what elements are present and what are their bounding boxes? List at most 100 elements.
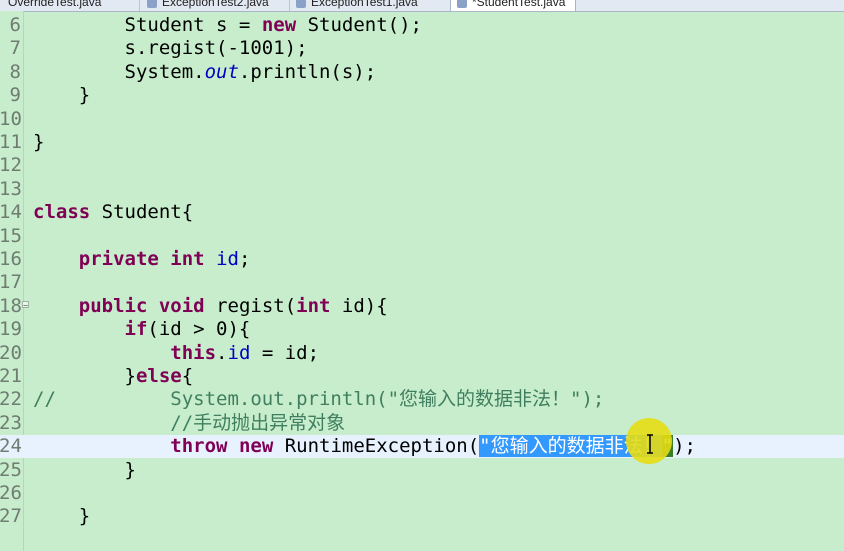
line-number: 18 (0, 294, 22, 317)
line-number: 19 (0, 318, 22, 341)
code-line[interactable]: 24 throw new RuntimeException("您输入的数据非法！… (0, 435, 844, 459)
code-text: } (33, 505, 90, 528)
line-number: 15 (0, 224, 22, 247)
code-token: } (33, 505, 91, 528)
line-number: 20 (0, 341, 22, 364)
code-token: out (204, 60, 239, 83)
code-text: public void regist(int id){ (33, 295, 388, 318)
code-line[interactable]: 27 } (0, 505, 844, 528)
line-number: 26 (0, 482, 22, 504)
code-text: private int id; (33, 248, 251, 271)
code-token: Student (33, 14, 217, 36)
code-token: { (181, 365, 194, 387)
code-token: } (33, 458, 136, 481)
tab-exceptiontest2[interactable]: ExceptionTest2.java (147, 0, 269, 11)
code-line[interactable]: 18 public void regist(int id){ (0, 295, 844, 318)
code-line[interactable]: 25 } (0, 459, 844, 482)
tab-overridetest[interactable]: OverrideTest.java (8, 0, 101, 11)
line-number: 8 (9, 60, 21, 83)
code-token: else (135, 365, 182, 387)
code-line[interactable]: 7 s.regist(-1001); (0, 37, 844, 60)
code-line[interactable]: 12 (0, 154, 844, 177)
line-number: 13 (0, 177, 22, 200)
code-token: = id; (250, 341, 320, 364)
code-text: this.id = id; (33, 342, 319, 365)
code-line[interactable]: 14 class Student{ (0, 201, 844, 224)
code-token: System. (33, 60, 205, 83)
code-text: System.out.println(s); (33, 60, 377, 84)
code-text: throw new RuntimeException("您输入的数据非法！"); (33, 435, 696, 458)
code-token: } (33, 131, 45, 153)
code-token: if (124, 318, 148, 341)
tab-label: ExceptionTest1.java (311, 0, 418, 9)
tab-label: OverrideTest.java (8, 0, 102, 9)
code-token: RuntimeException( (273, 435, 480, 458)
line-number: 10 (0, 107, 22, 130)
code-token: ); (673, 435, 696, 458)
code-text: class Student{ (33, 201, 193, 224)
code-token: public (78, 294, 148, 317)
code-token: regist( (204, 294, 297, 317)
line-number: 17 (0, 271, 22, 294)
code-line[interactable]: 13 (0, 178, 844, 201)
tab-exceptiontest1[interactable]: ExceptionTest1.java (296, 0, 418, 11)
code-token: void (158, 294, 205, 317)
code-line[interactable]: 16 private int id; (0, 248, 844, 271)
line-number: 14 (0, 201, 22, 224)
code-line[interactable]: 10 (0, 108, 844, 131)
line-number: 24 (0, 435, 22, 458)
code-text: } (33, 84, 90, 107)
code-token: //手动抛出异常对象 (170, 411, 346, 434)
code-text: Student s = new Student(); (33, 14, 422, 37)
code-token: this (170, 341, 217, 364)
code-token: = (227, 14, 262, 36)
code-token: int (170, 248, 205, 270)
code-token: id (227, 341, 251, 364)
line-number: 11 (0, 131, 22, 153)
code-line[interactable]: 19 if(id > 0){ (0, 318, 844, 341)
code-text: } (33, 131, 44, 154)
code-line[interactable]: 26 (0, 482, 844, 505)
line-number: 21 (0, 365, 22, 387)
line-number: 7 (9, 37, 21, 60)
code-token: } (33, 84, 91, 107)
code-token: int (296, 294, 331, 317)
line-number: 27 (0, 505, 22, 528)
code-token: new (261, 14, 297, 36)
tab-separator (139, 0, 140, 11)
tab-studenttest[interactable]: *StudentTest.java (450, 0, 577, 11)
code-line[interactable]: 9 } (0, 84, 844, 107)
code-token: id){ (330, 294, 388, 317)
code-line[interactable]: 15 (0, 225, 844, 248)
code-text: // System.out.println("您输入的数据非法！"); (33, 388, 604, 411)
code-line[interactable]: 17 (0, 271, 844, 294)
line-number: 16 (0, 248, 22, 270)
code-line[interactable]: 23 //手动抛出异常对象 (0, 412, 844, 435)
code-line[interactable]: 8 System.out.println(s); (0, 61, 844, 84)
code-text: }else{ (33, 365, 194, 388)
line-number: 6 (9, 14, 21, 36)
code-line[interactable]: 21 }else{ (0, 365, 844, 388)
code-token: Student(); (296, 14, 422, 36)
code-token: s (216, 14, 228, 36)
code-token: private (78, 248, 159, 270)
code-token: (id > 0){ (147, 318, 251, 341)
code-line[interactable]: 20 this.id = id; (0, 342, 844, 365)
code-text: } (33, 459, 136, 482)
code-line[interactable]: 11} (0, 131, 844, 154)
fold-toggle-icon[interactable]: − (22, 301, 29, 310)
code-line[interactable]: 6 Student s = new Student(); (0, 14, 844, 37)
code-token: // System.out.println("您输入的数据非法！"); (33, 388, 605, 411)
code-token: id (216, 248, 239, 270)
code-line[interactable]: 22 // System.out.println("您输入的数据非法！"); (0, 388, 844, 411)
code-token: .println(s); (238, 60, 377, 83)
code-token: new (238, 435, 274, 458)
